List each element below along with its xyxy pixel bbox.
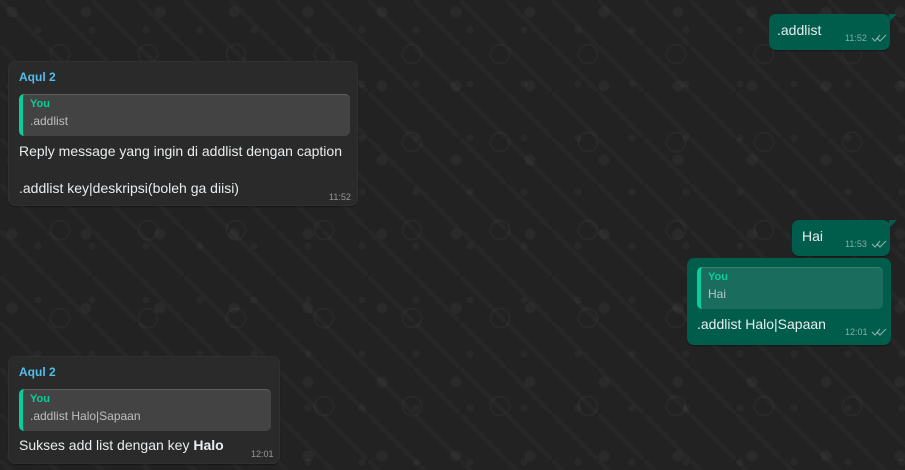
sender-name: Aqul 2 [19,365,56,379]
quoted-author: You [30,98,50,110]
message-line-2: .addlist key|deskripsi(boleh ga diisi) [19,180,239,196]
message-text: .addlist Halo|Sapaan [697,316,826,332]
message-bubble-addlist-success[interactable]: Aqul 2 You .addlist Halo|Sapaan Sukses a… [8,356,280,464]
message-time: 11:52 [845,33,867,43]
quoted-author: You [708,271,728,283]
message-bubble-addlist-halo-sapaan[interactable]: You Hai .addlist Halo|Sapaan 12:01 [687,258,891,345]
double-check-icon [871,33,887,43]
message-line-1: Reply message yang ingin di addlist deng… [19,143,342,159]
message-time: 11:53 [845,239,867,249]
double-check-icon [871,239,887,249]
quoted-author: You [30,393,50,405]
quoted-text: .addlist [30,114,69,128]
message-time: 12:01 [845,327,868,337]
message-text: Hai [802,228,824,244]
quoted-message[interactable]: You .addlist [19,94,350,136]
message-key-bold: Halo [193,437,224,453]
message-text-prefix: Sukses add list dengan key [19,437,190,453]
message-text: Sukses add list dengan key Halo [19,436,224,455]
quoted-message[interactable]: You Hai [697,267,883,309]
message-time: 12:01 [251,449,274,459]
message-bubble-hai[interactable]: Hai 11:53 [792,220,897,256]
quoted-message[interactable]: You .addlist Halo|Sapaan [19,389,271,431]
quoted-text: .addlist Halo|Sapaan [30,409,141,423]
double-check-icon [871,327,887,337]
message-text: .addlist [777,22,822,38]
message-bubble-addlist-command[interactable]: .addlist 11:52 [769,14,897,50]
quoted-text: Hai [708,287,727,301]
message-bubble-addlist-instructions[interactable]: Aqul 2 You .addlist Reply message yang i… [8,61,358,206]
message-time: 11:52 [329,192,351,202]
sender-name: Aqul 2 [19,70,56,84]
